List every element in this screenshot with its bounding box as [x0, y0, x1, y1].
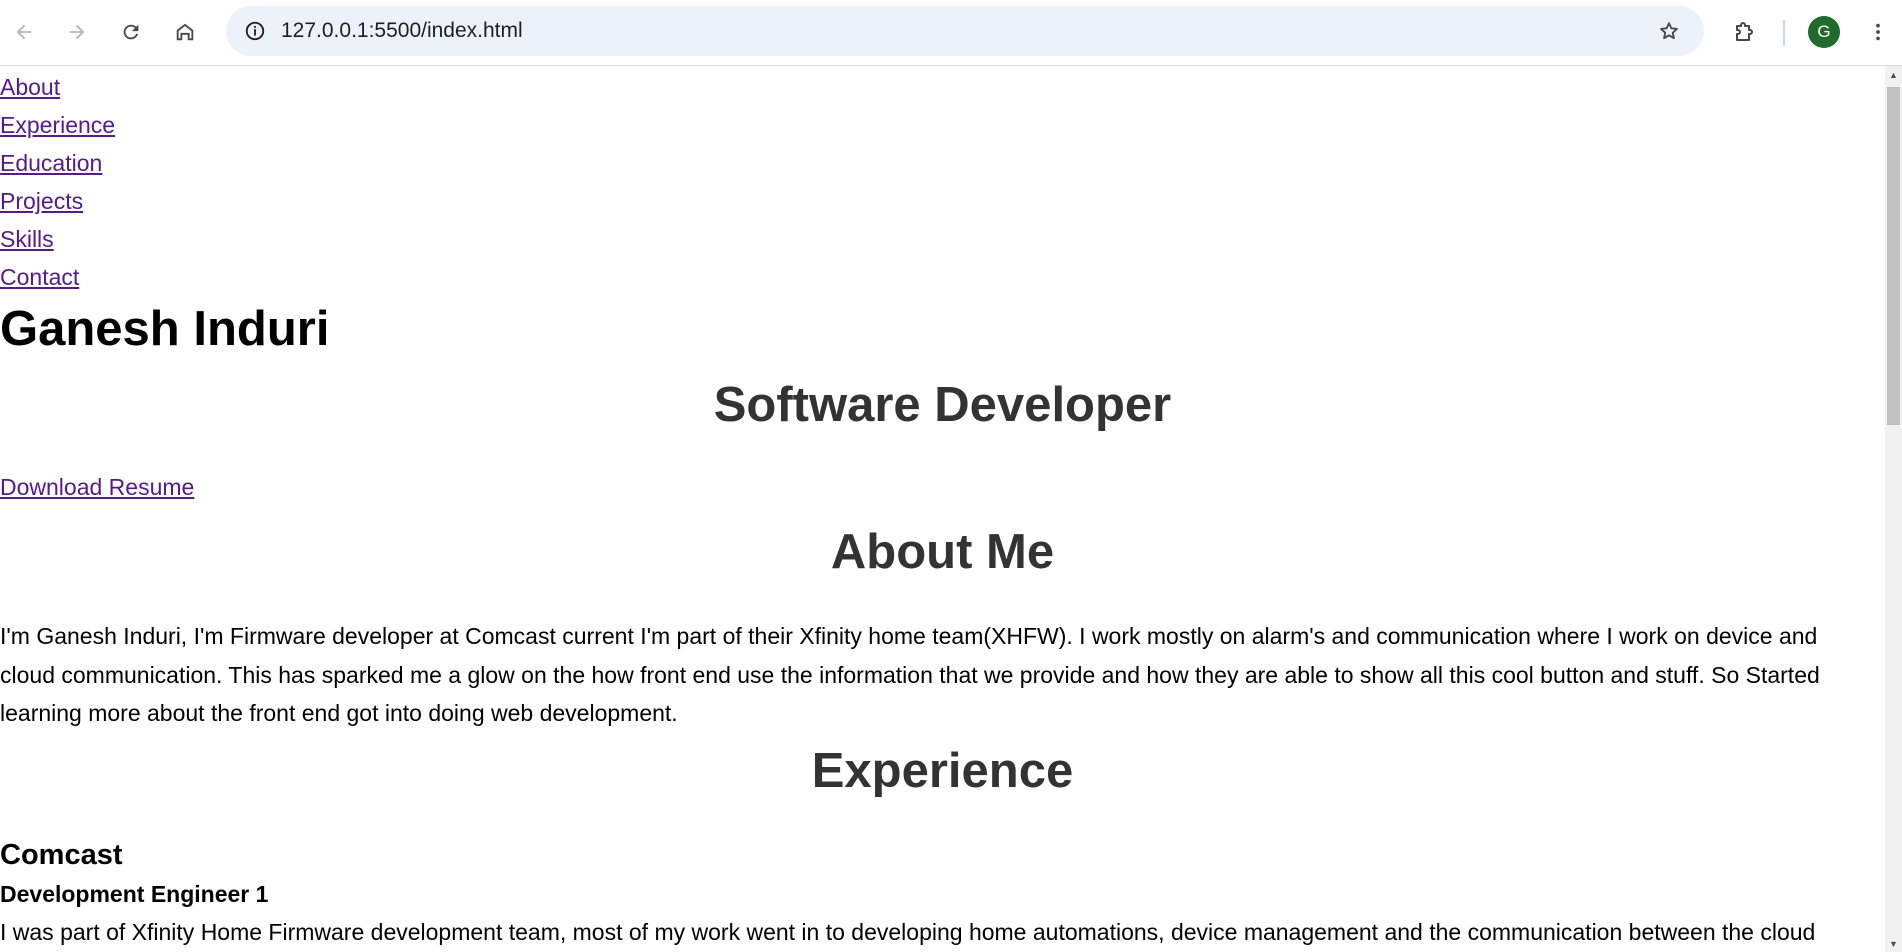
nav-link-projects[interactable]: Projects	[0, 182, 1885, 220]
page-title: Ganesh Induri	[0, 302, 330, 356]
more-menu-icon[interactable]	[1859, 13, 1897, 51]
profile-avatar[interactable]: G	[1808, 16, 1840, 48]
main-nav: About Experience Education Projects Skil…	[0, 66, 1885, 296]
page-viewport: About Experience Education Projects Skil…	[0, 66, 1885, 952]
download-resume-link[interactable]: Download Resume	[0, 472, 1885, 502]
page-subtitle: Software Developer	[713, 378, 1172, 432]
site-info-icon[interactable]	[236, 12, 274, 50]
extensions-icon[interactable]	[1726, 13, 1764, 51]
nav-link-education[interactable]: Education	[0, 144, 1885, 182]
page-content: About Experience Education Projects Skil…	[0, 66, 1885, 947]
nav-link-experience[interactable]: Experience	[0, 106, 1885, 144]
nav-link-contact[interactable]: Contact	[0, 258, 1885, 296]
about-heading: About Me	[830, 525, 1055, 579]
experience-description: I was part of Xfinity Home Firmware deve…	[0, 918, 1816, 945]
experience-role: Development Engineer 1	[0, 880, 269, 907]
browser-toolbar: 127.0.0.1:5500/index.html G	[0, 0, 1902, 66]
page-scrollbar[interactable]: ▲ ▼	[1885, 66, 1902, 952]
scroll-down-arrow-icon[interactable]: ▼	[1885, 935, 1902, 952]
about-paragraph: I'm Ganesh Induri, I'm Firmware develope…	[0, 623, 1820, 726]
toolbar-divider	[1783, 20, 1785, 46]
home-icon[interactable]	[166, 13, 204, 51]
scrollbar-thumb[interactable]	[1887, 87, 1900, 425]
address-bar[interactable]: 127.0.0.1:5500/index.html	[226, 6, 1704, 56]
reload-icon[interactable]	[112, 13, 150, 51]
scroll-up-arrow-icon[interactable]: ▲	[1885, 66, 1902, 83]
experience-company: Comcast	[0, 838, 123, 871]
nav-link-skills[interactable]: Skills	[0, 220, 1885, 258]
url-text[interactable]: 127.0.0.1:5500/index.html	[281, 6, 523, 56]
bookmark-star-icon[interactable]	[1650, 12, 1688, 50]
experience-heading: Experience	[811, 743, 1074, 798]
nav-link-about[interactable]: About	[0, 68, 1885, 106]
forward-icon[interactable]	[58, 13, 96, 51]
back-icon[interactable]	[5, 13, 43, 51]
